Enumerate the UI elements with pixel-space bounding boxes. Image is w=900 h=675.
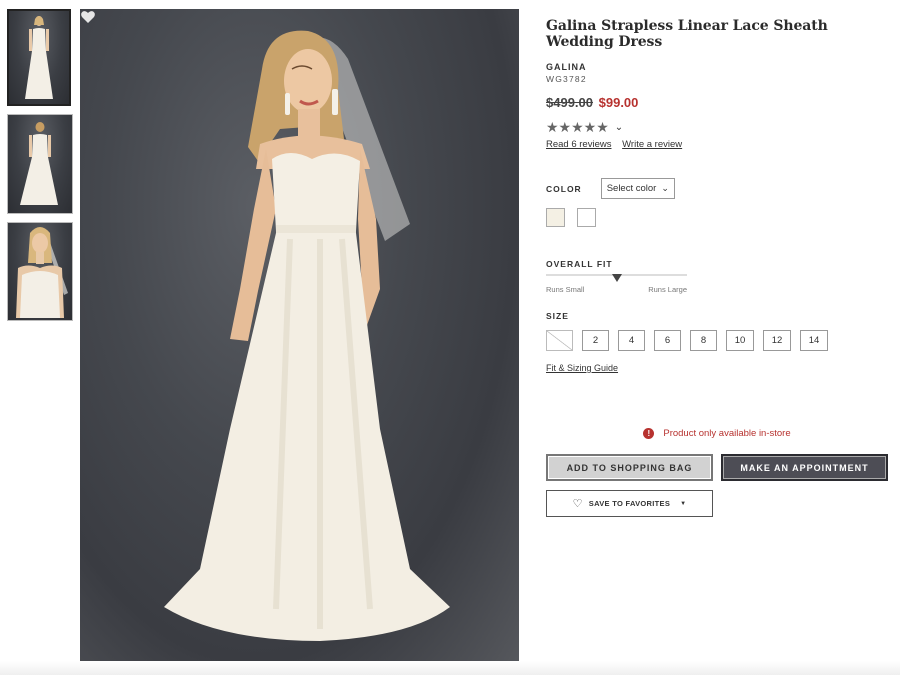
overall-fit-label: OVERALL FIT <box>546 259 613 269</box>
availability-message: Product only available in-store <box>663 428 791 439</box>
thumbnail-closeup[interactable] <box>7 222 73 321</box>
add-to-bag-button[interactable]: ADD TO SHOPPING BAG <box>546 454 713 481</box>
color-select-value: Select color <box>606 183 657 194</box>
product-sku: WG3782 <box>546 74 587 84</box>
fit-indicator-icon <box>611 274 622 282</box>
fit-runs-large-label: Runs Large <box>648 285 687 294</box>
size-button-8[interactable]: 8 <box>690 330 717 351</box>
fit-scale-labels: Runs Small Runs Large <box>546 285 687 294</box>
dress-closeup-thumbnail-image <box>16 227 68 318</box>
dropdown-arrow-icon: ▼ <box>680 500 687 507</box>
write-review-link[interactable]: Write a review <box>622 139 682 150</box>
color-selector: COLOR Select color ⌄ <box>546 178 891 199</box>
dress-front-thumbnail-image <box>25 16 53 99</box>
size-button-14[interactable]: 14 <box>800 330 828 351</box>
page-bottom-edge <box>0 661 900 675</box>
size-button-6[interactable]: 6 <box>654 330 681 351</box>
fit-sizing-guide-link[interactable]: Fit & Sizing Guide <box>546 363 891 373</box>
color-select-dropdown[interactable]: Select color ⌄ <box>600 178 675 199</box>
thumbnail-back-full[interactable] <box>7 114 73 214</box>
size-options: 2 4 6 8 10 12 14 <box>546 330 891 351</box>
bride-in-dress-illustration <box>164 30 450 641</box>
product-info-panel: Galina Strapless Linear Lace Sheath Wedd… <box>546 18 891 373</box>
make-appointment-button[interactable]: MAKE AN APPOINTMENT <box>721 454 888 481</box>
review-links: Read 6 reviews Write a review <box>546 139 891 150</box>
alert-icon: ! <box>643 428 655 439</box>
heart-outline-icon: ♡ <box>572 498 583 510</box>
size-button-2[interactable]: 2 <box>582 330 609 351</box>
size-button-4[interactable]: 4 <box>618 330 645 351</box>
rating-row[interactable]: ★★★★★ ⌄ <box>546 119 891 136</box>
overall-fit: OVERALL FIT Runs Small Runs Large <box>546 259 891 294</box>
read-reviews-link[interactable]: Read 6 reviews <box>546 139 611 150</box>
size-label: SIZE <box>546 311 569 321</box>
brand-name: GALINA <box>546 62 587 72</box>
size-button-10[interactable]: 10 <box>726 330 754 351</box>
color-label: COLOR <box>546 183 582 194</box>
heart-icon[interactable] <box>80 9 96 25</box>
chevron-down-icon: ⌄ <box>661 183 669 193</box>
star-rating-icon: ★★★★★ <box>546 119 609 135</box>
sale-price: $99.00 <box>598 95 639 110</box>
color-swatch-white[interactable] <box>577 208 596 227</box>
size-button-12[interactable]: 12 <box>763 330 791 351</box>
availability-notice: ! Product only available in-store <box>546 428 888 439</box>
fit-runs-small-label: Runs Small <box>546 285 585 294</box>
save-to-favorites-label: SAVE TO FAVORITES <box>588 499 671 508</box>
save-to-favorites-button[interactable]: ♡ SAVE TO FAVORITES ▼ <box>546 490 713 517</box>
fit-scale-bar <box>546 274 687 282</box>
price-block: $499.00 $99.00 <box>546 95 891 110</box>
main-product-image[interactable] <box>80 9 519 666</box>
thumbnail-front-full[interactable] <box>7 9 71 106</box>
product-title: Galina Strapless Linear Lace Sheath Wedd… <box>546 18 828 50</box>
size-unavailable-button[interactable] <box>546 330 573 351</box>
color-swatch-ivory[interactable] <box>546 208 565 227</box>
dress-back-thumbnail-image <box>20 122 58 205</box>
chevron-down-icon[interactable]: ⌄ <box>615 122 623 133</box>
original-price: $499.00 <box>546 95 593 110</box>
color-swatches <box>546 208 891 227</box>
